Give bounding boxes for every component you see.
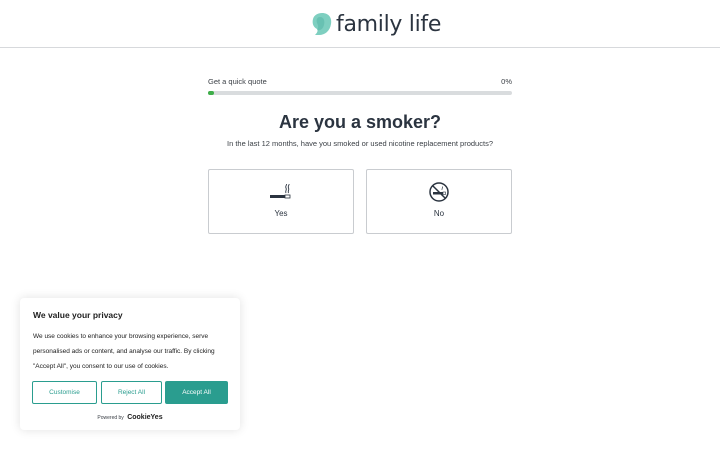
cookieyes-brand[interactable]: CookieYes bbox=[127, 414, 162, 421]
progress-label: Get a quick quote bbox=[208, 77, 267, 86]
progress-track bbox=[208, 91, 512, 95]
progress-percent: 0% bbox=[501, 77, 512, 86]
cookie-title: We value your privacy bbox=[33, 310, 123, 320]
brand-logo[interactable]: family life bbox=[312, 8, 441, 40]
option-no-label: No bbox=[433, 209, 445, 218]
progress-fill bbox=[208, 91, 215, 95]
option-yes-button[interactable]: Yes bbox=[208, 169, 354, 234]
option-no-button[interactable]: No bbox=[366, 169, 512, 234]
no-smoking-icon bbox=[367, 182, 511, 202]
reject-all-button[interactable]: Reject All bbox=[101, 381, 162, 404]
powered-by-label: Powered by bbox=[97, 415, 124, 421]
option-yes-label: Yes bbox=[274, 209, 288, 218]
family-life-logo-icon bbox=[312, 11, 332, 37]
site-header: family life bbox=[0, 0, 720, 48]
accept-all-button[interactable]: Accept All bbox=[165, 381, 228, 404]
cookie-text: We use cookies to enhance your browsing … bbox=[33, 333, 215, 370]
cookie-consent-banner: We value your privacy We use cookies to … bbox=[20, 298, 240, 430]
brand-name: family life bbox=[336, 11, 442, 37]
cigarette-icon bbox=[209, 182, 353, 202]
customise-button[interactable]: Customise bbox=[32, 381, 97, 404]
question-title: Are you a smoker? bbox=[278, 112, 442, 132]
quote-progress: Get a quick quote 0% bbox=[208, 77, 512, 95]
powered-by: Powered by CookieYes bbox=[20, 414, 240, 421]
question-subtitle: In the last 12 months, have you smoked o… bbox=[227, 139, 493, 148]
